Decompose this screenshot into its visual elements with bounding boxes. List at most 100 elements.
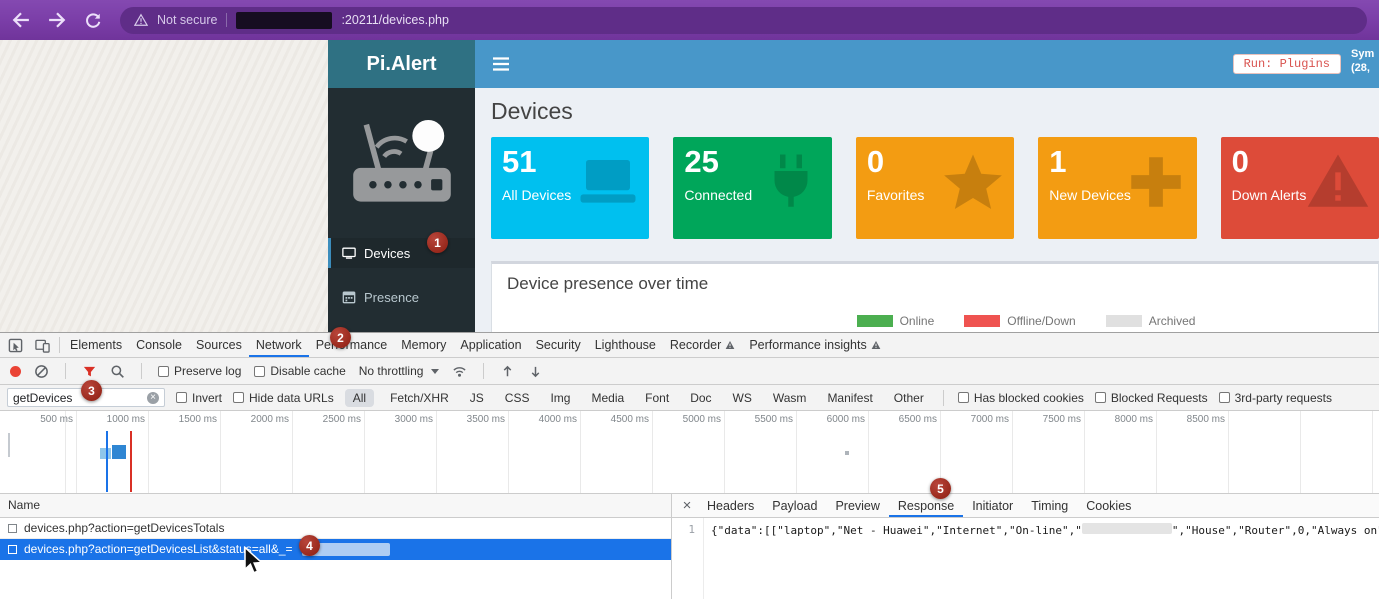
close-icon[interactable]: × bbox=[676, 494, 698, 517]
detail-tab-headers[interactable]: Headers bbox=[698, 494, 763, 517]
filter-type-manifest[interactable]: Manifest bbox=[822, 389, 877, 407]
has-blocked-cookies-checkbox[interactable]: Has blocked cookies bbox=[958, 391, 1084, 405]
sidebar-spacer bbox=[328, 268, 475, 282]
refresh-icon[interactable] bbox=[84, 11, 102, 29]
tab-elements[interactable]: Elements bbox=[63, 333, 129, 357]
desktop-background bbox=[0, 40, 328, 332]
throttling-select[interactable]: No throttling bbox=[359, 364, 440, 378]
network-overview-timeline[interactable]: 500 ms 1000 ms 1500 ms 2000 ms 2500 ms 3… bbox=[0, 411, 1379, 494]
export-har-icon[interactable] bbox=[528, 364, 543, 379]
resource-icon bbox=[8, 524, 17, 533]
filter-type-img[interactable]: Img bbox=[545, 389, 575, 407]
checkbox bbox=[176, 392, 187, 403]
search-icon[interactable] bbox=[110, 364, 125, 379]
plug-icon bbox=[758, 149, 824, 215]
stat-cards: 51 All Devices 25 Connected 0 Favorites … bbox=[491, 137, 1379, 239]
forward-icon[interactable] bbox=[48, 11, 66, 29]
disable-cache-checkbox[interactable]: Disable cache bbox=[254, 364, 345, 378]
screen: Not secure :20211/devices.php Pi.Alert R… bbox=[0, 0, 1379, 599]
back-icon[interactable] bbox=[12, 11, 30, 29]
request-row-get-devices-totals[interactable]: devices.php?action=getDevicesTotals bbox=[0, 518, 671, 539]
tab-security[interactable]: Security bbox=[529, 333, 588, 357]
import-har-icon[interactable] bbox=[500, 364, 515, 379]
filter-type-css[interactable]: CSS bbox=[500, 389, 535, 407]
filter-input[interactable] bbox=[13, 391, 142, 405]
resource-icon bbox=[8, 545, 17, 554]
detail-tab-preview[interactable]: Preview bbox=[826, 494, 888, 517]
plus-icon bbox=[1123, 149, 1189, 215]
checkbox bbox=[958, 392, 969, 403]
tab-sources[interactable]: Sources bbox=[189, 333, 249, 357]
tab-lighthouse[interactable]: Lighthouse bbox=[588, 333, 663, 357]
presence-box-title: Device presence over time bbox=[507, 274, 1363, 294]
detail-tab-response[interactable]: Response bbox=[889, 494, 963, 517]
tab-memory[interactable]: Memory bbox=[394, 333, 453, 357]
step-badge-4: 4 bbox=[299, 535, 320, 556]
detail-tab-timing[interactable]: Timing bbox=[1022, 494, 1077, 517]
clear-button[interactable] bbox=[34, 364, 49, 379]
clear-filter-icon[interactable]: × bbox=[147, 392, 159, 404]
step-badge-3: 3 bbox=[81, 380, 102, 401]
card-connected[interactable]: 25 Connected bbox=[673, 137, 831, 239]
tab-console[interactable]: Console bbox=[129, 333, 189, 357]
legend-label: Archived bbox=[1149, 314, 1196, 328]
requests-pane: Name devices.php?action=getDevicesTotals… bbox=[0, 494, 672, 599]
filter-type-js[interactable]: JS bbox=[465, 389, 489, 407]
legend-swatch-offline bbox=[964, 315, 1000, 327]
filter-type-all[interactable]: All bbox=[345, 389, 374, 407]
hamburger-icon[interactable] bbox=[491, 54, 511, 74]
warning-triangle-icon bbox=[1305, 149, 1371, 215]
address-bar[interactable]: Not secure :20211/devices.php bbox=[120, 7, 1367, 34]
invert-checkbox[interactable]: Invert bbox=[176, 391, 222, 405]
tab-performance[interactable]: Performance bbox=[309, 333, 395, 357]
inspect-icon[interactable] bbox=[2, 333, 29, 357]
filter-type-ws[interactable]: WS bbox=[728, 389, 757, 407]
card-new-devices[interactable]: 1 New Devices bbox=[1038, 137, 1196, 239]
tab-performance-insights[interactable]: Performance insights bbox=[742, 333, 887, 357]
response-body: {"data":[["laptop","Net - Huawei","Inter… bbox=[704, 518, 1379, 599]
preserve-log-checkbox[interactable]: Preserve log bbox=[158, 364, 241, 378]
requests-name-header[interactable]: Name bbox=[0, 494, 671, 518]
filter-type-media[interactable]: Media bbox=[586, 389, 629, 407]
filter-type-wasm[interactable]: Wasm bbox=[768, 389, 812, 407]
detail-tab-initiator[interactable]: Initiator bbox=[963, 494, 1022, 517]
record-button[interactable] bbox=[10, 366, 21, 377]
detail-tabbar: × Headers Payload Preview Response Initi… bbox=[672, 494, 1379, 518]
legend-online[interactable]: Online bbox=[857, 314, 935, 328]
card-favorites[interactable]: 0 Favorites bbox=[856, 137, 1014, 239]
filter-type-font[interactable]: Font bbox=[640, 389, 674, 407]
legend-archived[interactable]: Archived bbox=[1106, 314, 1196, 328]
browser-toolbar: Not secure :20211/devices.php bbox=[0, 0, 1379, 40]
legend-swatch-archived bbox=[1106, 315, 1142, 327]
network-conditions-icon[interactable] bbox=[452, 364, 467, 379]
address-divider bbox=[226, 13, 227, 27]
card-down-alerts[interactable]: 0 Down Alerts bbox=[1221, 137, 1379, 239]
detail-tab-cookies[interactable]: Cookies bbox=[1077, 494, 1140, 517]
filter-type-other[interactable]: Other bbox=[889, 389, 929, 407]
not-secure-label: Not secure bbox=[157, 13, 217, 27]
hide-data-urls-checkbox[interactable]: Hide data URLs bbox=[233, 391, 334, 405]
app-logo[interactable]: Pi.Alert bbox=[328, 40, 475, 88]
filter-toggle-icon[interactable] bbox=[82, 364, 97, 379]
legend-offline[interactable]: Offline/Down bbox=[964, 314, 1075, 328]
sidebar-item-devices[interactable]: Devices bbox=[328, 238, 475, 268]
blocked-requests-checkbox[interactable]: Blocked Requests bbox=[1095, 391, 1208, 405]
request-row-get-devices-list[interactable]: devices.php?action=getDevicesList&status… bbox=[0, 539, 671, 560]
step-badge-5: 5 bbox=[930, 478, 951, 499]
run-plugins-button[interactable]: Run: Plugins bbox=[1233, 54, 1341, 74]
tab-application[interactable]: Application bbox=[453, 333, 528, 357]
tab-network[interactable]: Network bbox=[249, 333, 309, 357]
tabbar-divider bbox=[59, 337, 60, 353]
checkbox bbox=[1219, 392, 1230, 403]
filter-type-doc[interactable]: Doc bbox=[685, 389, 716, 407]
line-number: 1 bbox=[672, 518, 704, 599]
response-viewer: 1 {"data":[["laptop","Net - Huawei","Int… bbox=[672, 518, 1379, 599]
tab-recorder[interactable]: Recorder bbox=[663, 333, 742, 357]
load-event-line bbox=[130, 431, 132, 492]
filter-type-fetch-xhr[interactable]: Fetch/XHR bbox=[385, 389, 454, 407]
device-toolbar-icon[interactable] bbox=[29, 333, 56, 357]
detail-tab-payload[interactable]: Payload bbox=[763, 494, 826, 517]
sidebar-item-presence[interactable]: Presence bbox=[328, 282, 475, 312]
third-party-requests-checkbox[interactable]: 3rd-party requests bbox=[1219, 391, 1332, 405]
card-all-devices[interactable]: 51 All Devices bbox=[491, 137, 649, 239]
